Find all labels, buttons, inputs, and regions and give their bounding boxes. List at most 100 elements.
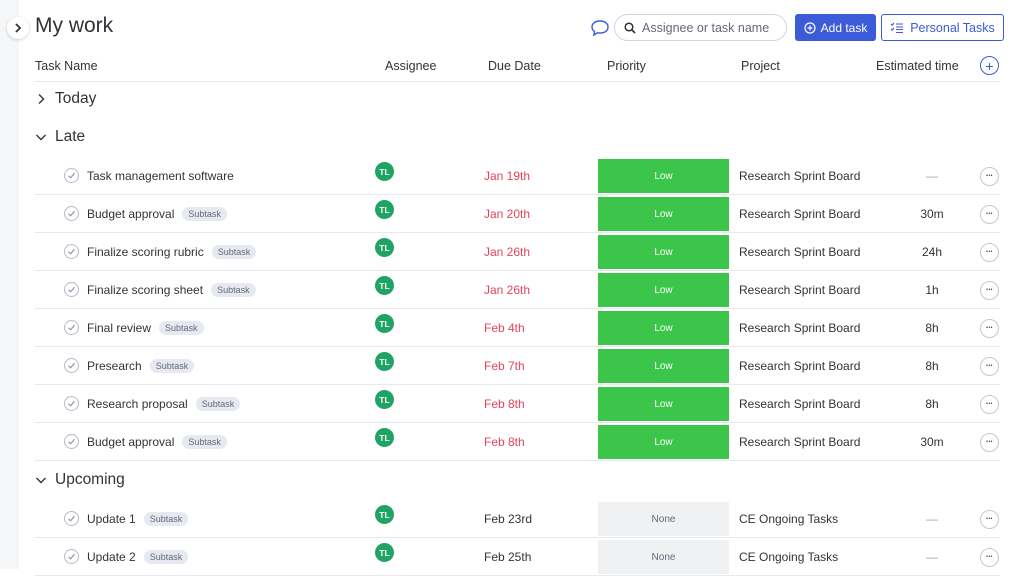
task-row[interactable]: Presearch Subtask TL Feb 7th Low Research Spr…	[35, 347, 1000, 385]
assignee-avatar[interactable]: TL	[375, 314, 394, 333]
estimated-time[interactable]: —	[905, 550, 959, 564]
priority-cell[interactable]: Low	[598, 159, 729, 193]
more-options-button[interactable]: •••	[980, 433, 999, 452]
project-name[interactable]: CE Ongoing Tasks	[739, 512, 838, 526]
estimated-time[interactable]: 1h	[905, 283, 959, 297]
estimated-time[interactable]: 30m	[905, 435, 959, 449]
expand-sidebar-button[interactable]	[7, 17, 29, 39]
assignee-avatar[interactable]: TL	[375, 390, 394, 409]
project-name[interactable]: Research Sprint Board	[739, 321, 860, 335]
column-header-assignee[interactable]: Assignee	[385, 59, 436, 73]
priority-cell[interactable]: Low	[598, 273, 729, 307]
task-name-cell[interactable]: Budget approval Subtask	[87, 435, 227, 449]
task-row[interactable]: Finalize scoring sheet Subtask TL Jan 26th L…	[35, 271, 1000, 309]
estimated-time[interactable]: 8h	[905, 321, 959, 335]
task-name-cell[interactable]: Finalize scoring sheet Subtask	[87, 283, 256, 297]
task-name-cell[interactable]: Update 2 Subtask	[87, 550, 189, 564]
estimated-time[interactable]: —	[905, 169, 959, 183]
task-name-cell[interactable]: Final review Subtask	[87, 321, 204, 335]
column-header-priority[interactable]: Priority	[607, 59, 646, 73]
task-name-cell[interactable]: Task management software	[87, 169, 234, 183]
task-name-cell[interactable]: Budget approval Subtask	[87, 207, 227, 221]
priority-cell[interactable]: Low	[598, 197, 729, 231]
group-header-late[interactable]: Late	[35, 128, 85, 146]
priority-cell[interactable]: Low	[598, 235, 729, 269]
add-task-button[interactable]: Add task	[795, 14, 876, 41]
assignee-avatar[interactable]: TL	[375, 276, 394, 295]
project-name[interactable]: Research Sprint Board	[739, 435, 860, 449]
more-options-button[interactable]: •••	[980, 243, 999, 262]
column-header-task-name[interactable]: Task Name	[35, 59, 98, 73]
more-options-button[interactable]: •••	[980, 395, 999, 414]
due-date[interactable]: Feb 8th	[484, 397, 525, 411]
due-date[interactable]: Jan 26th	[484, 283, 530, 297]
due-date[interactable]: Feb 7th	[484, 359, 525, 373]
complete-check-button[interactable]	[64, 358, 79, 373]
complete-check-button[interactable]	[64, 282, 79, 297]
task-row[interactable]: Task management software TL Jan 19th Low Res…	[35, 157, 1000, 195]
assignee-avatar[interactable]: TL	[375, 352, 394, 371]
more-options-button[interactable]: •••	[980, 548, 999, 567]
complete-check-button[interactable]	[64, 434, 79, 449]
task-row[interactable]: Update 1 Subtask TL Feb 23rd None CE Ongoing …	[35, 500, 1000, 538]
priority-cell[interactable]: Low	[598, 425, 729, 459]
estimated-time[interactable]: 30m	[905, 207, 959, 221]
add-column-button[interactable]: +	[980, 56, 999, 75]
project-name[interactable]: Research Sprint Board	[739, 245, 860, 259]
due-date[interactable]: Jan 26th	[484, 245, 530, 259]
task-row[interactable]: Budget approval Subtask TL Jan 20th Low Resea…	[35, 195, 1000, 233]
priority-cell[interactable]: Low	[598, 349, 729, 383]
task-row[interactable]: Research proposal Subtask TL Feb 8th Low Rese…	[35, 385, 1000, 423]
project-name[interactable]: Research Sprint Board	[739, 359, 860, 373]
chat-icon[interactable]	[590, 19, 610, 37]
task-row[interactable]: Final review Subtask TL Feb 4th Low Research …	[35, 309, 1000, 347]
assignee-avatar[interactable]: TL	[375, 238, 394, 257]
complete-check-button[interactable]	[64, 206, 79, 221]
estimated-time[interactable]: —	[905, 512, 959, 526]
task-row[interactable]: Update 2 Subtask TL Feb 25th None CE Ongoing …	[35, 538, 1000, 576]
due-date[interactable]: Feb 8th	[484, 435, 525, 449]
assignee-avatar[interactable]: TL	[375, 543, 394, 562]
more-options-button[interactable]: •••	[980, 167, 999, 186]
more-options-button[interactable]: •••	[980, 319, 999, 338]
task-row[interactable]: Budget approval Subtask TL Feb 8th Low Resear…	[35, 423, 1000, 461]
project-name[interactable]: Research Sprint Board	[739, 397, 860, 411]
project-name[interactable]: Research Sprint Board	[739, 169, 860, 183]
complete-check-button[interactable]	[64, 511, 79, 526]
due-date[interactable]: Feb 25th	[484, 550, 531, 564]
search-box[interactable]	[614, 14, 787, 41]
task-name-cell[interactable]: Update 1 Subtask	[87, 512, 189, 526]
group-header-today[interactable]: Today	[35, 90, 96, 108]
personal-tasks-button[interactable]: Personal Tasks	[881, 14, 1004, 41]
more-options-button[interactable]: •••	[980, 357, 999, 376]
search-input[interactable]	[642, 20, 782, 35]
project-name[interactable]: Research Sprint Board	[739, 283, 860, 297]
due-date[interactable]: Jan 20th	[484, 207, 530, 221]
complete-check-button[interactable]	[64, 244, 79, 259]
assignee-avatar[interactable]: TL	[375, 505, 394, 524]
assignee-avatar[interactable]: TL	[375, 428, 394, 447]
priority-cell[interactable]: Low	[598, 311, 729, 345]
project-name[interactable]: Research Sprint Board	[739, 207, 860, 221]
estimated-time[interactable]: 8h	[905, 397, 959, 411]
due-date[interactable]: Feb 4th	[484, 321, 525, 335]
complete-check-button[interactable]	[64, 168, 79, 183]
due-date[interactable]: Jan 19th	[484, 169, 530, 183]
assignee-avatar[interactable]: TL	[375, 200, 394, 219]
estimated-time[interactable]: 8h	[905, 359, 959, 373]
project-name[interactable]: CE Ongoing Tasks	[739, 550, 838, 564]
assignee-avatar[interactable]: TL	[375, 162, 394, 181]
priority-cell[interactable]: None	[598, 502, 729, 536]
task-name-cell[interactable]: Research proposal Subtask	[87, 397, 241, 411]
complete-check-button[interactable]	[64, 396, 79, 411]
task-name-cell[interactable]: Finalize scoring rubric Subtask	[87, 245, 257, 259]
task-row[interactable]: Finalize scoring rubric Subtask TL Jan 26th…	[35, 233, 1000, 271]
estimated-time[interactable]: 24h	[905, 245, 959, 259]
due-date[interactable]: Feb 23rd	[484, 512, 532, 526]
task-name-cell[interactable]: Presearch Subtask	[87, 359, 195, 373]
complete-check-button[interactable]	[64, 320, 79, 335]
more-options-button[interactable]: •••	[980, 205, 999, 224]
more-options-button[interactable]: •••	[980, 281, 999, 300]
column-header-estimated-time[interactable]: Estimated time	[876, 59, 959, 73]
column-header-project[interactable]: Project	[741, 59, 780, 73]
